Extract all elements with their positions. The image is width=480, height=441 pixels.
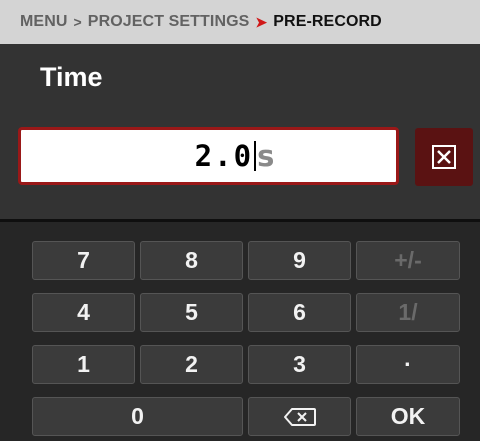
key-decimal-point[interactable]: · bbox=[356, 345, 460, 384]
time-unit: s bbox=[257, 139, 275, 173]
clear-button[interactable] bbox=[415, 128, 473, 186]
numeric-keypad: 7 8 9 +/- 4 5 6 1/ 1 2 3 · 0 OK bbox=[0, 222, 480, 441]
breadcrumb: MENU > PROJECT SETTINGS ➤ PRE-RECORD bbox=[0, 0, 480, 44]
key-8[interactable]: 8 bbox=[140, 241, 243, 280]
key-reciprocal: 1/ bbox=[356, 293, 460, 332]
time-value: 2.0 bbox=[194, 139, 254, 173]
clear-x-box-icon bbox=[432, 145, 456, 169]
breadcrumb-menu[interactable]: MENU bbox=[20, 13, 68, 31]
page-title: Time bbox=[40, 62, 103, 92]
key-2[interactable]: 2 bbox=[140, 345, 243, 384]
key-4[interactable]: 4 bbox=[32, 293, 135, 332]
key-6[interactable]: 6 bbox=[248, 293, 351, 332]
key-5[interactable]: 5 bbox=[140, 293, 243, 332]
key-1[interactable]: 1 bbox=[32, 345, 135, 384]
time-input-field[interactable]: 2.0 s bbox=[18, 127, 399, 185]
breadcrumb-pre-record: PRE-RECORD bbox=[273, 13, 382, 30]
close-icon bbox=[437, 150, 451, 164]
backspace-icon bbox=[283, 407, 316, 426]
key-7[interactable]: 7 bbox=[32, 241, 135, 280]
breadcrumb-project-settings[interactable]: PROJECT SETTINGS bbox=[88, 13, 250, 31]
breadcrumb-active-separator-icon: ➤ bbox=[255, 13, 268, 30]
key-plus-minus: +/- bbox=[356, 241, 460, 280]
key-0[interactable]: 0 bbox=[32, 397, 243, 436]
backspace-button[interactable] bbox=[248, 397, 351, 436]
ok-button[interactable]: OK bbox=[356, 397, 460, 436]
key-3[interactable]: 3 bbox=[248, 345, 351, 384]
text-caret bbox=[254, 141, 257, 171]
breadcrumb-separator-icon: > bbox=[73, 14, 82, 30]
key-9[interactable]: 9 bbox=[248, 241, 351, 280]
